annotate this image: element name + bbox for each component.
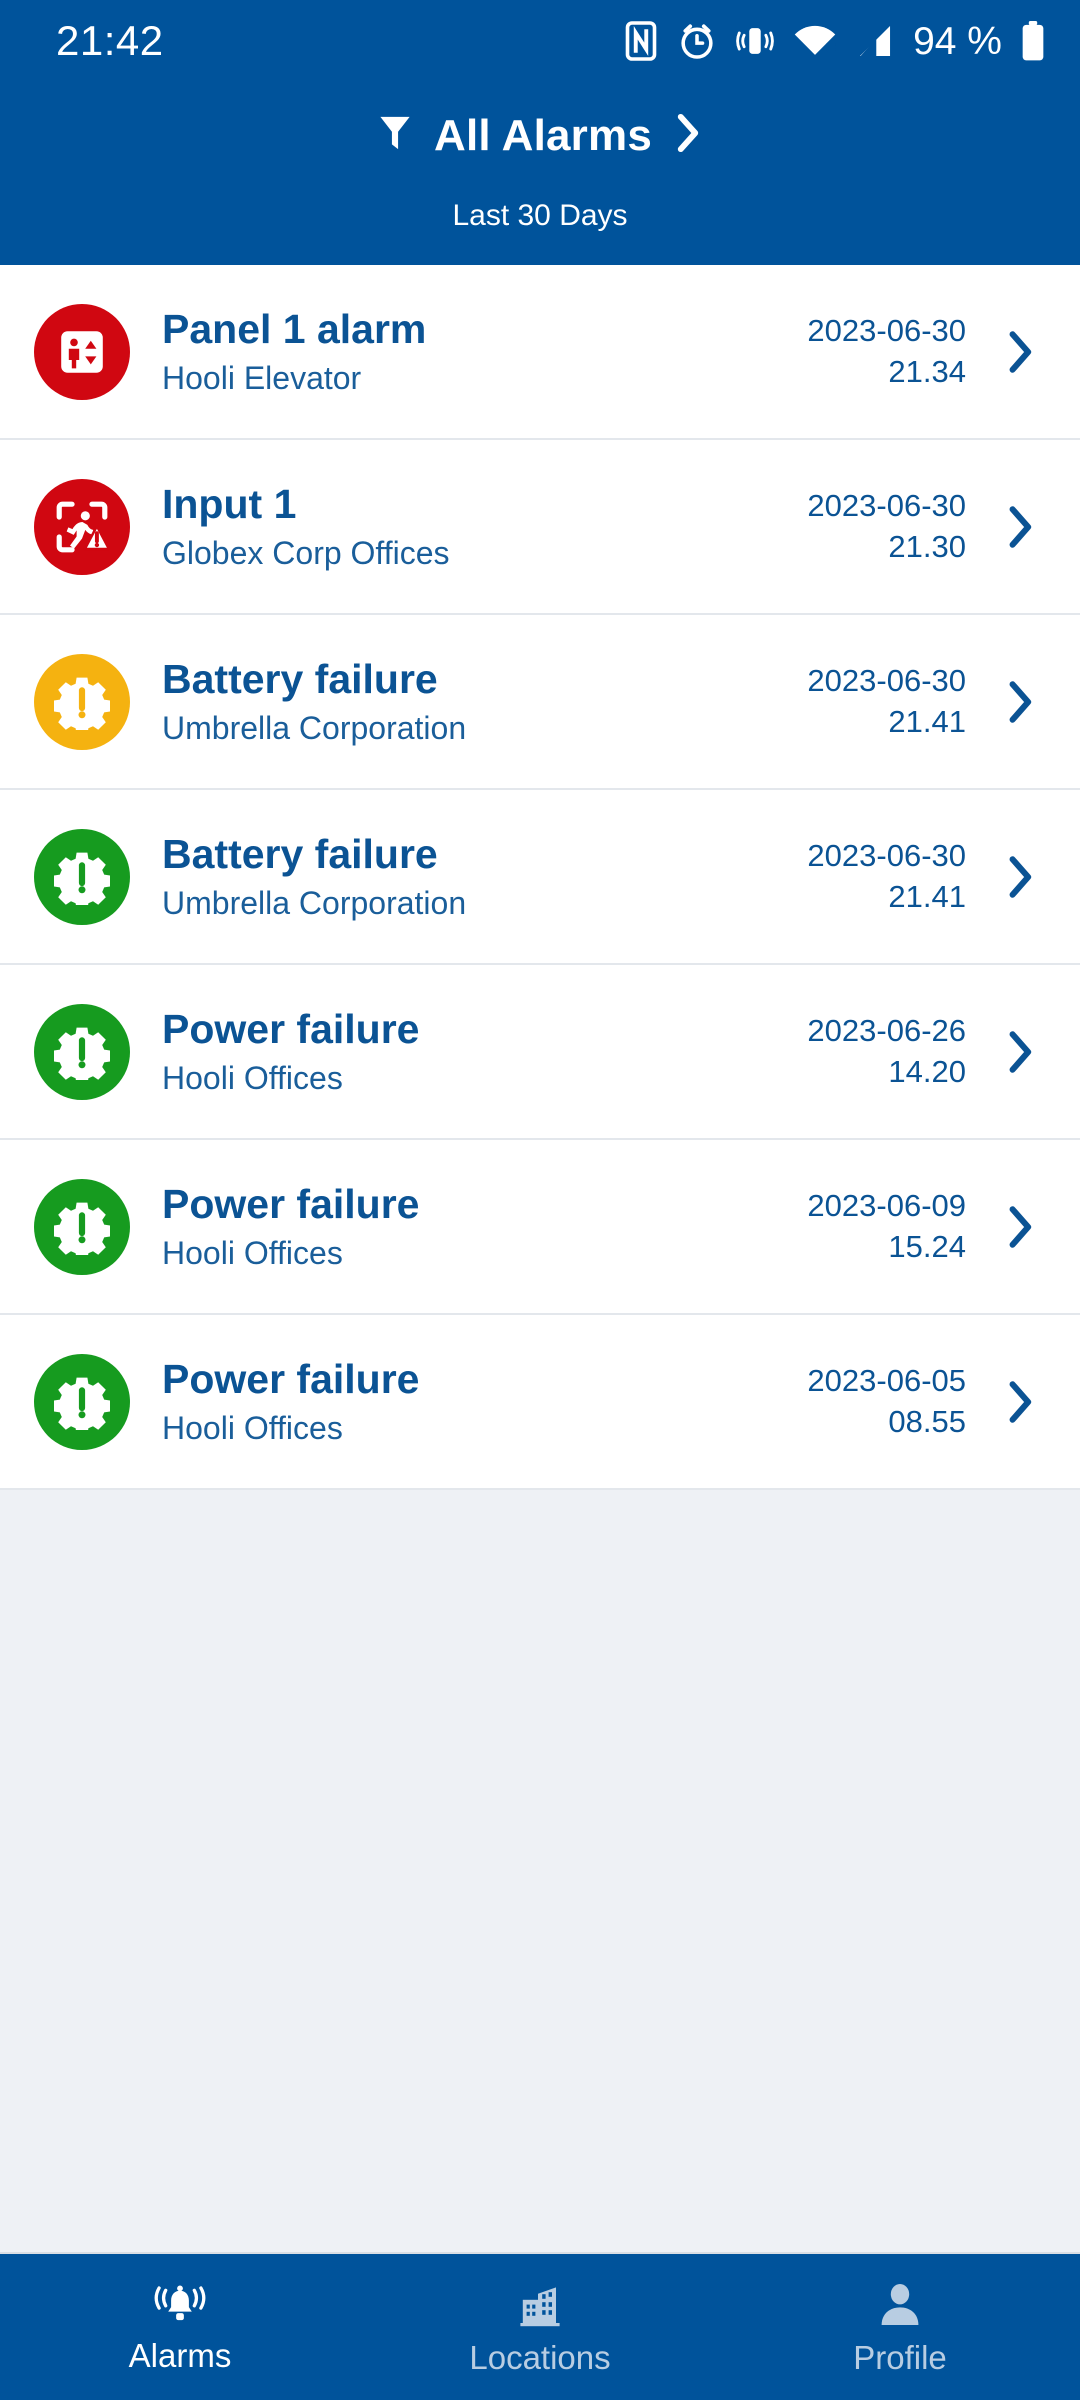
app-header: All Alarms Last 30 Days [0, 82, 1080, 265]
building-icon [516, 2281, 564, 2329]
chevron-right-icon [674, 112, 702, 159]
empty-list-area [0, 1490, 1080, 2252]
alarm-item-date: 2023-06-05 [807, 1362, 966, 1398]
alarm-item-timestamp: 2023-06-05 08.55 [807, 1361, 966, 1443]
alarm-item-location: Umbrella Corporation [162, 709, 467, 746]
gear-warning-icon [34, 1178, 130, 1275]
chevron-right-icon[interactable] [1000, 854, 1040, 900]
status-icon-tray: 94 % [623, 20, 1046, 62]
alarm-item-title: Power failure [162, 1005, 420, 1052]
cellular-signal-icon [855, 22, 895, 60]
alarm-item-time: 14.20 [888, 1053, 966, 1089]
filter-title: All Alarms [433, 110, 652, 160]
alarm-item-location: Hooli Offices [162, 1409, 343, 1446]
alarm-item-timestamp: 2023-06-30 21.30 [807, 486, 966, 568]
alarm-item-text: Battery failure Umbrella Corporation [162, 655, 807, 747]
alarm-list-item[interactable]: Power failure Hooli Offices 2023-06-05 08.5… [0, 1315, 1080, 1490]
alarm-item-time: 15.24 [888, 1228, 966, 1264]
alarm-item-time: 21.30 [888, 528, 966, 564]
chevron-right-icon[interactable] [1000, 329, 1040, 375]
alarm-item-text: Panel 1 alarm Hooli Elevator [162, 305, 807, 397]
alarm-item-text: Power failure Hooli Offices [162, 1180, 807, 1272]
alarm-item-title: Battery failure [162, 830, 438, 877]
alarm-item-date: 2023-06-30 [807, 312, 966, 348]
alarm-list-item[interactable]: Battery failure Umbrella Corporation 2023-… [0, 790, 1080, 965]
alarm-item-date: 2023-06-30 [807, 837, 966, 873]
alarm-item-timestamp: 2023-06-30 21.41 [807, 836, 966, 918]
nav-item-label: Alarms [128, 2336, 232, 2374]
gear-warning-icon [34, 653, 130, 750]
alarm-item-time: 08.55 [888, 1403, 966, 1439]
bottom-navigation-bar: Alarms Locations Profile [0, 2252, 1080, 2400]
alarm-item-text: Input 1 Globex Corp Offices [162, 480, 807, 572]
alarm-item-title: Power failure [162, 1180, 420, 1227]
intrusion-detection-icon [34, 478, 130, 575]
vibrate-icon [735, 22, 775, 60]
wifi-icon [793, 22, 837, 60]
alarm-list-item[interactable]: Power failure Hooli Offices 2023-06-26 14.2… [0, 965, 1080, 1140]
alarm-item-location: Hooli Offices [162, 1234, 343, 1271]
alarm-item-time: 21.41 [888, 878, 966, 914]
battery-icon [1020, 20, 1046, 62]
filter-icon [378, 113, 412, 158]
alarm-item-date: 2023-06-26 [807, 1012, 966, 1048]
chevron-right-icon[interactable] [1000, 1204, 1040, 1250]
bell-alert-icon [151, 2283, 209, 2327]
gear-warning-icon [34, 828, 130, 925]
alarm-item-date: 2023-06-09 [807, 1187, 966, 1223]
gear-warning-icon [34, 1353, 130, 1450]
status-bar: 21:42 94 % [0, 0, 1080, 82]
alarm-item-time: 21.34 [888, 353, 966, 389]
alarm-item-location: Hooli Offices [162, 1059, 343, 1096]
alarm-item-location: Umbrella Corporation [162, 884, 467, 921]
alarm-item-text: Battery failure Umbrella Corporation [162, 830, 807, 922]
alarm-item-title: Power failure [162, 1355, 420, 1402]
person-icon [876, 2281, 924, 2329]
alarm-item-date: 2023-06-30 [807, 662, 966, 698]
alarm-item-text: Power failure Hooli Offices [162, 1005, 807, 1097]
alarm-item-date: 2023-06-30 [807, 487, 966, 523]
alarm-item-title: Battery failure [162, 655, 438, 702]
alarm-item-title: Input 1 [162, 480, 297, 527]
nav-item-locations[interactable]: Locations [360, 2254, 720, 2400]
nav-item-alarms[interactable]: Alarms [0, 2254, 360, 2400]
alarm-item-location: Hooli Elevator [162, 359, 362, 396]
gear-warning-icon [34, 1003, 130, 1100]
alarm-app-screen: 21:42 94 % All Alarms Last 30 Days Panel… [0, 0, 1080, 2400]
status-clock: 21:42 [56, 17, 164, 64]
nfc-icon [623, 21, 659, 61]
alarm-clock-icon [677, 21, 717, 61]
alarm-item-timestamp: 2023-06-09 15.24 [807, 1186, 966, 1268]
alarm-list-item[interactable]: Power failure Hooli Offices 2023-06-09 15.2… [0, 1140, 1080, 1315]
alarm-list-item[interactable]: Battery failure Umbrella Corporation 2023-… [0, 615, 1080, 790]
alarm-item-timestamp: 2023-06-26 14.20 [807, 1011, 966, 1093]
alarm-item-timestamp: 2023-06-30 21.34 [807, 311, 966, 393]
nav-item-label: Profile [853, 2338, 947, 2376]
alarm-list-item[interactable]: Input 1 Globex Corp Offices 2023-06-30 21.3… [0, 440, 1080, 615]
alarm-list-item[interactable]: Panel 1 alarm Hooli Elevator 2023-06-30 21.… [0, 265, 1080, 440]
alarm-item-location: Globex Corp Offices [162, 534, 450, 571]
alarm-item-time: 21.41 [888, 703, 966, 739]
chevron-right-icon[interactable] [1000, 504, 1040, 550]
alarm-item-title: Panel 1 alarm [162, 305, 427, 352]
chevron-right-icon[interactable] [1000, 1379, 1040, 1425]
date-range-label: Last 30 Days [452, 199, 628, 232]
elevator-alarm-icon [34, 303, 130, 400]
nav-item-profile[interactable]: Profile [720, 2254, 1080, 2400]
chevron-right-icon[interactable] [1000, 1029, 1040, 1075]
battery-percent-label: 94 % [913, 19, 1002, 63]
alarm-filter-button[interactable]: All Alarms [362, 106, 718, 165]
alarm-item-timestamp: 2023-06-30 21.41 [807, 661, 966, 743]
nav-item-label: Locations [469, 2338, 611, 2376]
alarm-item-text: Power failure Hooli Offices [162, 1355, 807, 1447]
chevron-right-icon[interactable] [1000, 679, 1040, 725]
alarm-list: Panel 1 alarm Hooli Elevator 2023-06-30 21.… [0, 265, 1080, 1490]
